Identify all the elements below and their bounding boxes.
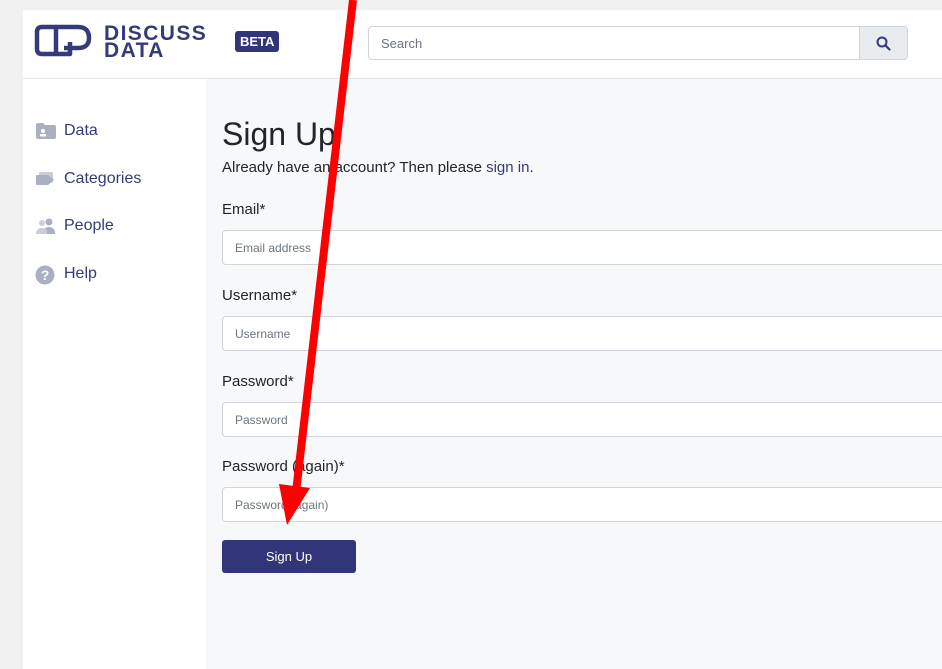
search-button[interactable] bbox=[860, 26, 908, 60]
password-label: Password* bbox=[222, 373, 294, 390]
top-header: DISCUSS DATA BETA bbox=[23, 10, 942, 79]
signup-form: Sign Up Already have an account? Then pl… bbox=[206, 79, 942, 669]
sidebar-item-categories[interactable]: Categories bbox=[35, 167, 141, 191]
page-title: Sign Up bbox=[222, 116, 336, 152]
sidebar-item-help[interactable]: ? Help bbox=[35, 262, 97, 286]
sidebar-item-label: Data bbox=[64, 122, 98, 139]
sidebar-item-label: People bbox=[64, 217, 114, 234]
sidebar-item-data[interactable]: Data bbox=[35, 119, 98, 143]
sidebar-item-people[interactable]: People bbox=[35, 214, 114, 238]
sidebar-item-label: Help bbox=[64, 265, 97, 282]
app-frame: DISCUSS DATA BETA Data Categories bbox=[23, 10, 942, 669]
sidebar-item-label: Categories bbox=[64, 170, 142, 187]
search-icon bbox=[876, 36, 891, 51]
sidebar: Data Categories People ? Help bbox=[23, 79, 206, 669]
password-confirm-field[interactable] bbox=[222, 487, 942, 522]
beta-badge: BETA bbox=[235, 31, 280, 52]
help-icon: ? bbox=[35, 265, 57, 285]
folder-icon bbox=[35, 122, 57, 140]
username-field[interactable] bbox=[222, 316, 942, 351]
svg-text:?: ? bbox=[41, 267, 50, 283]
discuss-data-logo[interactable]: DISCUSS DATA bbox=[34, 20, 214, 66]
username-label: Username* bbox=[222, 287, 298, 304]
email-field[interactable] bbox=[222, 230, 942, 265]
email-label: Email* bbox=[222, 201, 266, 218]
password-field[interactable] bbox=[222, 402, 942, 437]
signin-prompt: Already have an account? Then please sig… bbox=[222, 159, 534, 176]
people-icon bbox=[35, 217, 57, 235]
password-confirm-label: Password (again)* bbox=[222, 458, 345, 475]
sign-in-link[interactable]: sign in bbox=[486, 159, 529, 176]
search-input[interactable] bbox=[368, 26, 860, 60]
logo-mark-icon bbox=[34, 24, 92, 57]
tag-icon bbox=[35, 170, 57, 188]
sign-up-button[interactable]: Sign Up bbox=[222, 540, 356, 573]
